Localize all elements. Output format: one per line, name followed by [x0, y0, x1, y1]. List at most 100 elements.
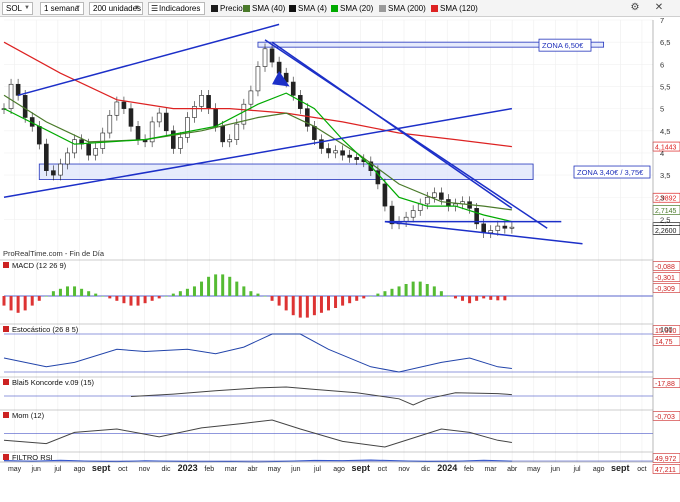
macd-bar — [2, 296, 6, 306]
candle — [326, 148, 331, 154]
macd-bar — [23, 296, 27, 311]
legend-item[interactable]: SMA (40) — [243, 3, 285, 14]
panel-title: Blai5 Koncorde v.09 (15) — [3, 378, 94, 387]
y-tick-label: 4,5 — [660, 127, 670, 136]
y-tick-label: 4 — [660, 149, 664, 158]
close-icon[interactable]: ✕ — [652, 1, 666, 15]
zone-label-text: ZONA 3,40€ / 3,75€ — [577, 168, 644, 177]
macd-bar — [453, 296, 457, 299]
y-tick-label: 100 — [660, 325, 673, 334]
macd-bar — [312, 296, 316, 316]
price-label: 2,7145 — [652, 205, 680, 215]
legend-item[interactable]: SMA (20) — [331, 3, 373, 14]
macd-bar — [51, 291, 55, 296]
macd-bar — [228, 276, 232, 296]
panel-title-icon — [3, 454, 9, 460]
timeframe-text: 1 semana — [44, 4, 80, 13]
candle — [213, 108, 218, 127]
macd-bar — [192, 286, 196, 296]
macd-bar — [58, 288, 62, 296]
settings-icon[interactable]: ⚙ — [628, 1, 642, 15]
y-tick-label: 2,5 — [660, 215, 670, 224]
macd-bar — [122, 296, 126, 304]
dropdown-arrow-icon: ▼ — [134, 5, 140, 11]
macd-bar — [298, 296, 302, 318]
indicator-value-text: 14,75 — [655, 339, 673, 346]
y-tick-label: 7 — [660, 17, 664, 25]
candle — [58, 163, 63, 176]
legend-item[interactable]: SMA (200) — [379, 3, 426, 14]
macd-bar — [496, 296, 500, 301]
x-tick-label: jun — [550, 466, 560, 473]
macd-bar — [327, 296, 330, 311]
x-tick-label: ago — [333, 466, 345, 473]
candle — [410, 210, 416, 218]
candle — [227, 139, 233, 143]
macd-bar — [277, 296, 281, 306]
units-selector[interactable]: 200 unidades ▼ — [89, 2, 143, 15]
macd-bar — [334, 296, 338, 308]
macd-bar — [185, 288, 189, 296]
indicator-value-label: -0,088 — [652, 261, 680, 271]
indicator-value-label: 14,75 — [652, 336, 680, 346]
candle — [8, 83, 14, 109]
x-tick-label: sept — [611, 463, 630, 473]
macd-bar — [101, 296, 105, 297]
macd-bar — [482, 296, 486, 299]
indicator-value-text: -0,309 — [655, 286, 675, 293]
macd-bar — [475, 296, 479, 301]
indicator-value-text: -0,301 — [655, 275, 675, 282]
candle — [234, 123, 240, 140]
macd-bar — [362, 296, 366, 299]
candle — [432, 192, 437, 198]
candle — [178, 137, 183, 149]
x-tick-label: oct — [637, 466, 646, 473]
x-tick-label: sept — [351, 463, 370, 473]
candle — [382, 183, 388, 207]
candle — [121, 101, 127, 109]
legend-item[interactable]: SMA (4) — [289, 3, 327, 14]
macd-bar — [73, 286, 77, 296]
legend-swatch — [211, 5, 218, 12]
legend-label: SMA (4) — [298, 4, 327, 13]
candle — [15, 83, 21, 96]
legend-swatch — [289, 5, 296, 12]
price-label-text: 2,2600 — [655, 228, 677, 235]
candle — [488, 230, 494, 234]
y-tick-label: 5 — [660, 105, 664, 114]
legend-label: SMA (120) — [440, 4, 478, 13]
x-tick-label: may — [8, 466, 22, 473]
macd-bar — [178, 291, 182, 296]
macd-bar — [468, 296, 472, 304]
macd-bar — [16, 296, 20, 313]
symbol-selector[interactable]: SOL ▼ — [2, 2, 33, 15]
macd-bar — [171, 293, 175, 296]
macd-bar — [65, 286, 69, 296]
x-tick-label: nov — [139, 466, 151, 473]
symbol-text: SOL — [6, 4, 23, 13]
chart-area[interactable]: ZONA 6,50€ ZONA 3,40€ / 3,75€ 4,1443 2,9892… — [0, 17, 680, 502]
legend-item[interactable]: Precio — [211, 3, 243, 14]
price-label: 2,9892 — [652, 192, 680, 203]
candle — [509, 226, 515, 229]
zone-label-6-50: ZONA 6,50€ — [538, 38, 592, 52]
candle — [128, 108, 134, 127]
candle — [135, 126, 141, 140]
panel-title-text: MACD (12 26 9) — [12, 261, 67, 270]
indicators-text: Indicadores — [159, 4, 201, 13]
macd-bar — [157, 296, 161, 299]
macd-bar — [30, 296, 34, 306]
indicator-value-text: 49,972 — [655, 456, 677, 463]
toolbar: SOL ▼ 1 semana ▼ 200 unidades ▼ ☰ Indicadore… — [0, 0, 680, 17]
x-tick-label: 2024 — [437, 463, 457, 473]
indicators-button[interactable]: ☰ Indicadores — [148, 2, 205, 15]
legend-item[interactable]: SMA (120) — [431, 3, 478, 14]
timeframe-selector[interactable]: 1 semana ▼ — [40, 2, 84, 15]
panel-title-icon — [3, 379, 9, 385]
x-tick-label: mar — [484, 466, 497, 473]
candle — [156, 112, 162, 123]
macd-bar — [439, 291, 443, 296]
candle — [65, 152, 70, 165]
macd-bar — [256, 293, 260, 296]
x-tick-label: jun — [31, 466, 41, 473]
